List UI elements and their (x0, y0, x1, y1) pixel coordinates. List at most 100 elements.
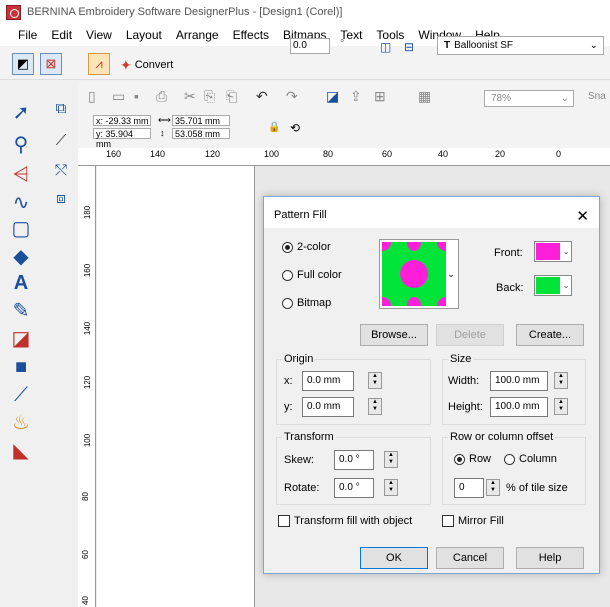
create-button[interactable]: Create... (516, 324, 584, 346)
menu-arrange[interactable]: Arrange (176, 28, 219, 42)
cancel-button[interactable]: Cancel (436, 547, 504, 569)
app-icon (6, 4, 21, 20)
paste-icon[interactable]: ⎗ (226, 88, 237, 105)
export-icon[interactable]: ⇪ (350, 88, 362, 105)
ok-button[interactable]: OK (360, 547, 428, 569)
polygon-tool-icon[interactable]: ◆ (8, 244, 34, 270)
origin-y-spinner[interactable]: ▲ ▼ (368, 398, 382, 415)
front-label: Front: (494, 247, 523, 259)
object-height-field[interactable]: 53.058 mm (172, 128, 230, 139)
eyedropper-tool-icon[interactable]: ⟋ (8, 382, 34, 408)
zoom-tool-icon[interactable]: ⚲ (8, 132, 34, 158)
skew-spinner[interactable]: ▲ ▼ (384, 451, 398, 468)
rectangle-tool-icon[interactable]: ▢ (8, 216, 34, 242)
lock-ratio-icon[interactable]: 🔒 (268, 122, 280, 133)
knife-tool-icon[interactable]: ⟋ (48, 128, 74, 154)
transform-label: Transform (282, 431, 336, 443)
mirror-fill-checkbox[interactable]: Mirror Fill (442, 515, 504, 527)
origin-label: Origin (282, 353, 316, 365)
bucket-tool-icon[interactable]: ◣ (8, 438, 34, 464)
radio-column[interactable]: Column (504, 453, 557, 465)
delete-button[interactable]: Delete (436, 324, 504, 346)
help-button[interactable]: Help (516, 547, 584, 569)
pattern-corner-circle (437, 242, 446, 251)
radio-dot-icon (454, 453, 465, 465)
transform-fill-checkbox[interactable]: Transform fill with object (278, 515, 412, 527)
outline-tool-icon[interactable]: ■ (8, 354, 34, 380)
pick-tool-icon[interactable]: ➚ (8, 100, 34, 126)
origin-x-spinner[interactable]: ▲ ▼ (368, 372, 382, 389)
offset-input[interactable]: 0 (454, 478, 484, 498)
pattern-center-circle (400, 260, 428, 288)
curve-tool-icon[interactable]: ∿ (8, 190, 34, 216)
browse-button[interactable]: Browse... (360, 324, 428, 346)
font-select[interactable]: T Balloonist SF ⌄ (437, 36, 604, 55)
cut-icon[interactable]: ✂ (184, 88, 196, 105)
menu-edit[interactable]: Edit (51, 28, 72, 42)
pattern-icon[interactable]: ⧈ (48, 186, 74, 212)
copy-icon[interactable]: ⎘ (204, 88, 215, 105)
width-input[interactable]: 100.0 mm (490, 371, 548, 391)
redo-icon[interactable]: ↷ (286, 88, 298, 105)
radio-bitmap[interactable]: Bitmap (282, 297, 331, 309)
width-spinner[interactable]: ▲ ▼ (554, 372, 568, 389)
radio-full-color[interactable]: Full color (282, 269, 342, 281)
duplicate-icon[interactable]: ⧉ (48, 96, 74, 122)
menu-effects[interactable]: Effects (233, 28, 269, 42)
page-area[interactable] (97, 166, 255, 607)
pattern-preview-select[interactable]: ⌄ (379, 239, 459, 309)
menu-layout[interactable]: Layout (126, 28, 162, 42)
rotate-input[interactable]: 0.0 ° (334, 478, 374, 498)
radio-2-color[interactable]: 2-color (282, 241, 331, 253)
rotate-icon: ⟲ (290, 121, 301, 135)
artwork-canvas-icon[interactable]: ◩ (12, 53, 34, 75)
height-label: Height: (448, 401, 483, 413)
pen-tool-icon[interactable]: ✎ (8, 298, 34, 324)
origin-y-input[interactable]: 0.0 mm (302, 397, 354, 417)
radio-row[interactable]: Row (454, 453, 491, 465)
width-label: Width: (448, 375, 480, 387)
rotate-spinner[interactable]: ▲ ▼ (384, 479, 398, 496)
origin-x-input[interactable]: 0.0 mm (302, 371, 354, 391)
chevron-down-icon: ⌄ (562, 247, 570, 256)
menu-view[interactable]: View (86, 28, 112, 42)
save-icon[interactable]: ▪ (134, 88, 139, 104)
checkbox-icon (442, 515, 454, 527)
flame-tool-icon[interactable]: ♨ (8, 410, 34, 436)
property-toolbar: ▯ ▭ ▪ ⎙ ✂ ⎘ ⎗ ↶ ↷ ◪ ⇪ ⊞ ▦ 78% ⌄ Sna (78, 82, 610, 112)
front-color-picker[interactable]: ⌄ (534, 241, 572, 262)
skew-input[interactable]: 0.0 ° (334, 450, 374, 470)
launcher-icon[interactable]: ⊞ (374, 88, 386, 105)
origin-x-label: x: (284, 375, 293, 387)
object-width-field[interactable]: 35.701 mm (172, 115, 230, 126)
angle-field[interactable]: 0.0 (290, 38, 330, 54)
zoom-select[interactable]: 78% ⌄ (484, 90, 574, 107)
menu-file[interactable]: File (18, 28, 37, 42)
close-icon[interactable]: ✕ (576, 207, 589, 225)
height-spinner[interactable]: ▲ ▼ (554, 398, 568, 415)
shape-tool-icon[interactable]: ⩤ (8, 162, 34, 188)
snap-icon[interactable]: ▦ (418, 88, 431, 105)
back-color-picker[interactable]: ⌄ (534, 275, 572, 296)
transform-icon[interactable]: ⤲ (48, 158, 74, 184)
height-input[interactable]: 100.0 mm (490, 397, 548, 417)
y-coordinate-field[interactable]: y: 35.904 mm (93, 128, 151, 149)
chevron-down-icon: ⌄ (562, 281, 570, 290)
x-coordinate-field[interactable]: x: -29.33 mm (93, 115, 151, 126)
mirror-icon[interactable]: ◫ (380, 40, 391, 54)
back-color-swatch (536, 277, 561, 294)
stitch-icon[interactable]: ⩘ (88, 53, 110, 75)
pattern-corner-circle (437, 297, 446, 306)
text-tool-icon[interactable]: A (8, 270, 34, 296)
horizontal-ruler: 160 140 120 100 80 60 40 20 0 (78, 148, 610, 166)
fill-tool-icon[interactable]: ◪ (8, 326, 34, 352)
open-icon[interactable]: ▭ (112, 88, 125, 105)
embroidery-canvas-icon[interactable]: ⊠ (40, 53, 62, 75)
convert-button[interactable]: ✦ Convert (120, 54, 173, 76)
offset-spinner[interactable]: ▲ ▼ (486, 479, 500, 496)
new-icon[interactable]: ▯ (88, 88, 96, 105)
undo-icon[interactable]: ↶ (256, 88, 268, 105)
print-icon[interactable]: ⎙ (156, 88, 167, 105)
import-icon[interactable]: ◪ (326, 88, 339, 105)
align-icon[interactable]: ⊟ (404, 40, 414, 54)
